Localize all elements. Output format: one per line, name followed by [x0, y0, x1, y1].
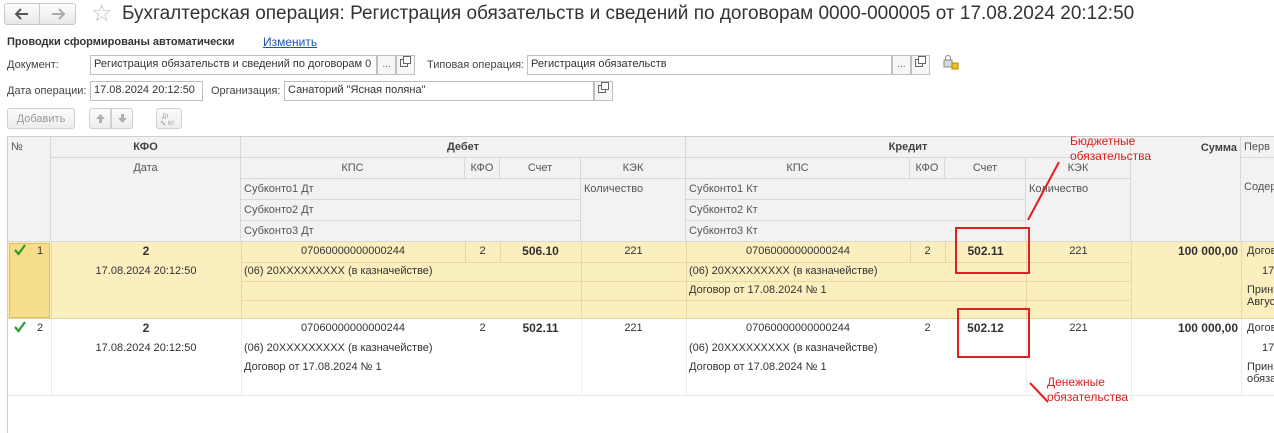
- budget-obligation-label: Бюджетные обязательства: [1070, 134, 1151, 164]
- annotation-arrows: [1027, 161, 1060, 403]
- money-label-line1: Денежные: [1047, 375, 1105, 389]
- budget-label-line1: Бюджетные: [1070, 134, 1136, 148]
- budget-label-line2: обязательства: [1070, 149, 1151, 163]
- money-label-line2: обязательства: [1047, 390, 1128, 404]
- money-obligation-label: Денежные обязательства: [1047, 375, 1128, 405]
